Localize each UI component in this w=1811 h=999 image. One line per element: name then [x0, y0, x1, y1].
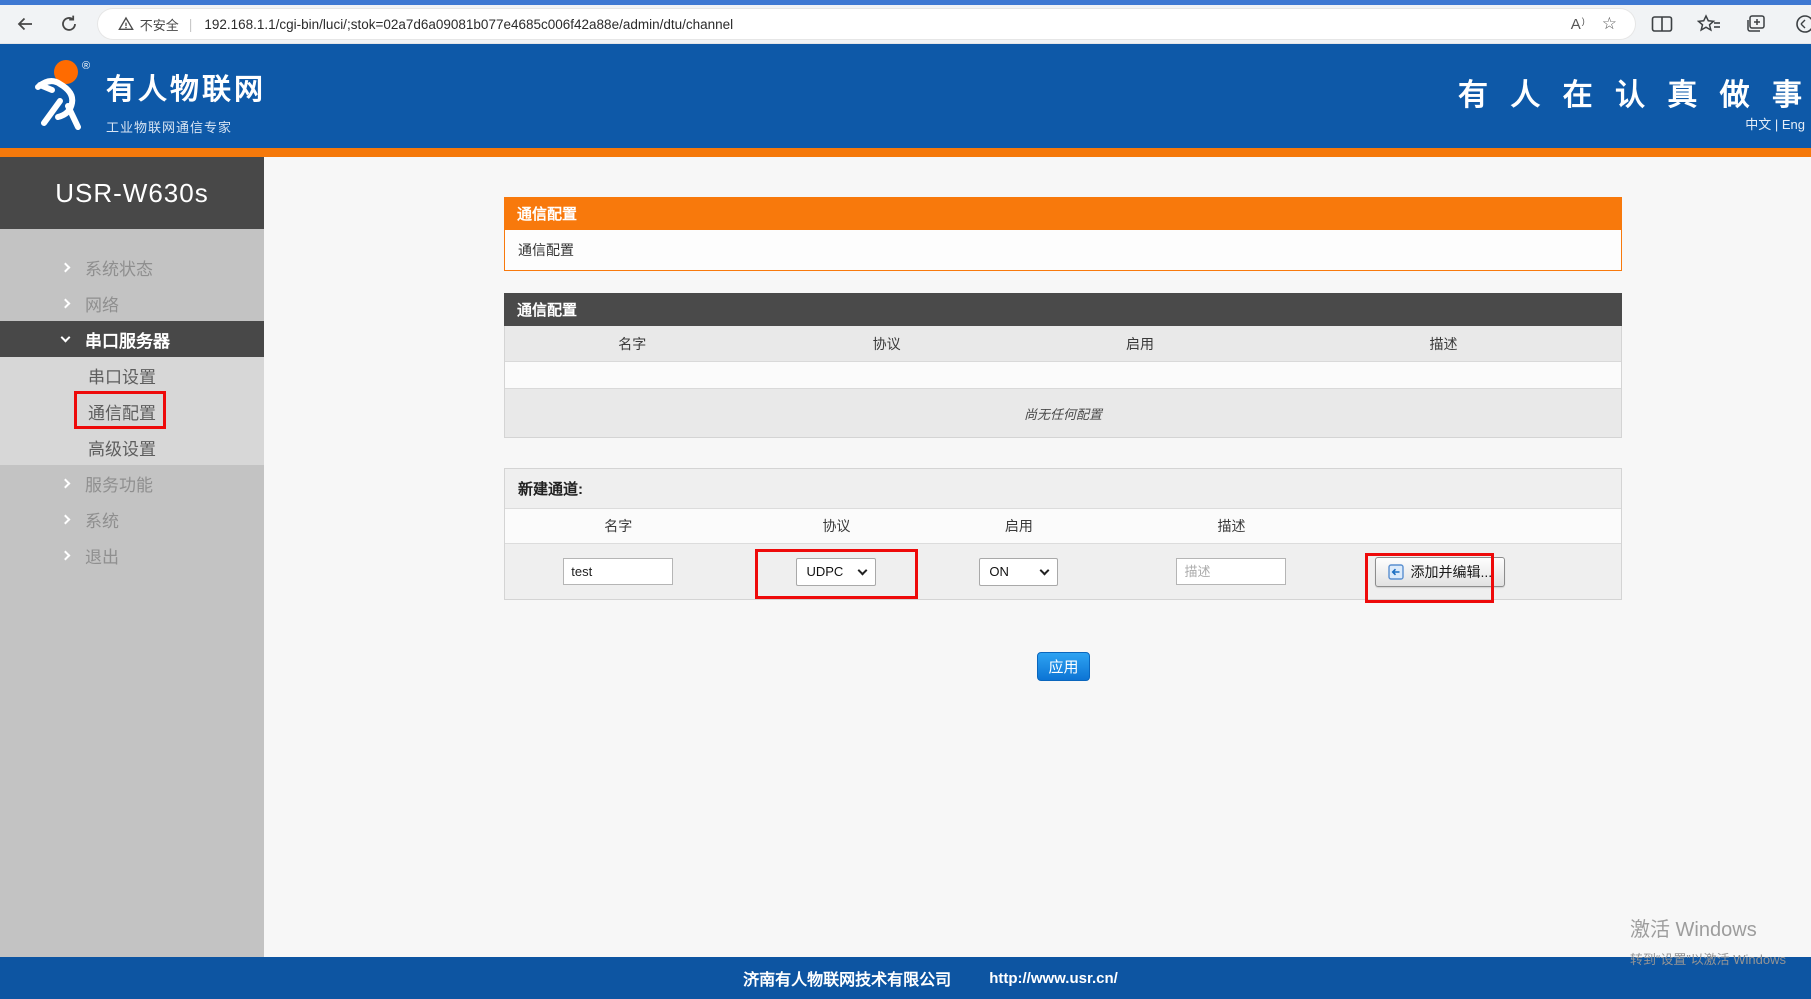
refresh-button[interactable]: [52, 9, 86, 39]
lang-separator: |: [1775, 117, 1778, 132]
sidebar-item-label: 退出: [85, 543, 119, 568]
chevron-right-icon: [61, 478, 71, 488]
browser-extra-icon[interactable]: [1791, 14, 1811, 34]
sidebar-item-advanced-settings[interactable]: 高级设置: [0, 429, 264, 465]
page-title-panel: 通信配置 通信配置: [504, 197, 1622, 271]
description-input[interactable]: [1176, 558, 1286, 585]
new-channel-section: 新建通道: 名字 协议 启用 描述 UDPC: [504, 468, 1622, 600]
chevron-right-icon: [61, 550, 71, 560]
panel-title: 通信配置: [504, 293, 1622, 326]
header-slogan: 有 人 在 认 真 做 事: [1458, 70, 1809, 114]
back-icon: [15, 14, 35, 34]
col-protocol: 协议: [759, 334, 1013, 354]
chevron-down-icon: [858, 565, 868, 575]
sidebar-item-network[interactable]: 网络: [0, 285, 264, 321]
not-secure-warning-icon: [118, 16, 134, 32]
app-header: ® 有人物联网 工业物联网通信专家 有 人 在 认 真 做 事 中文 | Eng: [0, 44, 1811, 148]
favorites-bar-icon[interactable]: [1697, 14, 1721, 34]
footer-company: 济南有人物联网技术有限公司: [743, 966, 951, 990]
protocol-select[interactable]: UDPC: [796, 558, 876, 586]
screen: 不安全 | 192.168.1.1/cgi-bin/luci/;stok=02a…: [0, 0, 1811, 999]
sidebar-item-label: 高级设置: [88, 435, 156, 460]
sidebar-item-logout[interactable]: 退出: [0, 537, 264, 573]
watermark-line2: 转到“设置”以激活 Windows: [1630, 949, 1786, 968]
apply-button[interactable]: 应用: [1037, 652, 1090, 681]
back-button[interactable]: [8, 9, 42, 39]
security-label[interactable]: 不安全: [140, 15, 179, 34]
table-empty-row: [505, 361, 1621, 388]
browser-toolbar: 不安全 | 192.168.1.1/cgi-bin/luci/;stok=02a…: [0, 5, 1811, 44]
lang-en[interactable]: Eng: [1782, 117, 1805, 132]
windows-activation-watermark: 激活 Windows 转到“设置”以激活 Windows: [1630, 913, 1786, 968]
protocol-select-value: UDPC: [806, 564, 843, 579]
sidebar-item-comm-config[interactable]: 通信配置: [0, 393, 264, 429]
page-subtitle: 通信配置: [504, 230, 1622, 271]
col-enable: 启用: [1014, 334, 1266, 354]
sidebar-item-label: 系统状态: [85, 255, 153, 280]
new-channel-title: 新建通道:: [505, 469, 1621, 509]
brand-tagline: 工业物联网通信专家: [106, 117, 266, 136]
sidebar-item-label: 串口设置: [88, 363, 156, 388]
sidebar-item-serial-settings[interactable]: 串口设置: [0, 357, 264, 393]
footer-website[interactable]: http://www.usr.cn/: [989, 970, 1118, 987]
url-text[interactable]: 192.168.1.1/cgi-bin/luci/;stok=02a7d6a09…: [204, 17, 733, 32]
chevron-right-icon: [61, 298, 71, 308]
form-row: UDPC ON: [505, 543, 1621, 599]
sidebar-item-service-functions[interactable]: 服务功能: [0, 465, 264, 501]
form-header-row: 名字 协议 启用 描述: [505, 509, 1621, 543]
add-and-edit-label: 添加并编辑...: [1411, 562, 1493, 582]
favorite-star-icon[interactable]: ☆: [1602, 14, 1617, 34]
sidebar-item-serial-server[interactable]: 串口服务器: [0, 321, 264, 357]
device-name: USR-W630s: [0, 157, 264, 229]
collections-icon[interactable]: [1745, 14, 1767, 34]
page-title: 通信配置: [504, 197, 1622, 230]
language-switch: 中文 | Eng: [1745, 114, 1805, 133]
sidebar-item-label: 串口服务器: [85, 327, 170, 352]
enable-select[interactable]: ON: [979, 558, 1058, 586]
col-description: 描述: [1096, 516, 1366, 536]
brand-name: 有人物联网: [106, 66, 266, 108]
split-screen-icon[interactable]: [1651, 14, 1673, 34]
col-name: 名字: [505, 334, 759, 354]
chevron-right-icon: [61, 514, 71, 524]
empty-state-text: 尚无任何配置: [505, 388, 1621, 437]
add-edit-icon: [1388, 564, 1404, 580]
sidebar: USR-W630s 系统状态 网络 串口服务器 串口设置 通信配置 高级设置: [0, 157, 264, 957]
col-name: 名字: [505, 516, 732, 536]
chevron-down-icon: [61, 333, 71, 343]
address-divider: |: [189, 16, 193, 32]
main-content: 通信配置 通信配置 通信配置 名字 协议 启用 描述 尚无任何配置 新建通道: …: [264, 157, 1811, 957]
sidebar-item-label: 服务功能: [85, 471, 153, 496]
comm-config-panel: 通信配置 名字 协议 启用 描述 尚无任何配置: [504, 293, 1622, 438]
read-aloud-icon[interactable]: A): [1571, 16, 1584, 33]
sidebar-item-system[interactable]: 系统: [0, 501, 264, 537]
usr-logo: ®: [32, 57, 104, 133]
chevron-right-icon: [61, 262, 71, 272]
enable-select-value: ON: [989, 564, 1009, 579]
add-and-edit-button[interactable]: 添加并编辑...: [1375, 557, 1506, 587]
footer: 济南有人物联网技术有限公司 http://www.usr.cn/: [0, 957, 1811, 999]
accent-divider: [0, 148, 1811, 157]
lang-zh[interactable]: 中文: [1745, 117, 1771, 132]
sidebar-item-label: 网络: [85, 291, 119, 316]
col-protocol: 协议: [732, 516, 942, 536]
col-description: 描述: [1266, 334, 1621, 354]
channel-name-input[interactable]: [563, 558, 673, 585]
address-bar[interactable]: 不安全 | 192.168.1.1/cgi-bin/luci/;stok=02a…: [98, 9, 1635, 39]
sidebar-item-label: 通信配置: [88, 399, 156, 424]
col-enable: 启用: [941, 516, 1096, 536]
sidebar-item-system-status[interactable]: 系统状态: [0, 249, 264, 285]
table-header-row: 名字 协议 启用 描述: [505, 326, 1621, 361]
chevron-down-icon: [1040, 565, 1050, 575]
sidebar-item-label: 系统: [85, 507, 119, 532]
refresh-icon: [59, 14, 79, 34]
svg-text:®: ®: [82, 60, 90, 72]
watermark-line1: 激活 Windows: [1630, 913, 1786, 942]
